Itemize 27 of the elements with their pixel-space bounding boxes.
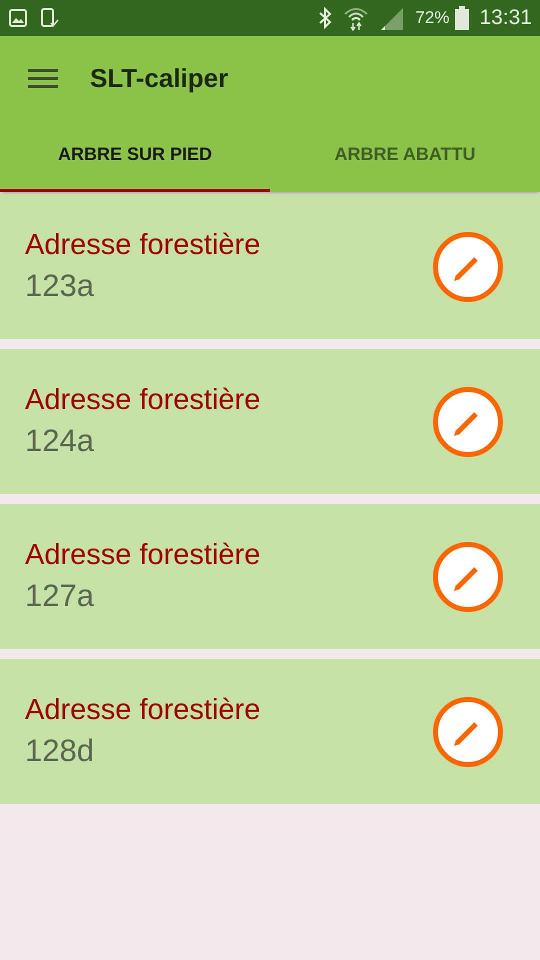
item-title: Adresse forestière: [25, 539, 260, 572]
menu-icon[interactable]: [28, 67, 58, 89]
app-title: SLT-caliper: [90, 62, 228, 94]
item-code: 123a: [25, 268, 95, 304]
battery-percent: 72%: [415, 8, 450, 28]
phone-check-icon: [38, 7, 60, 29]
list-card[interactable]: Adresse forestière 123a: [0, 194, 540, 339]
bluetooth-icon: [317, 7, 334, 29]
edit-button[interactable]: [432, 540, 504, 612]
item-title: Adresse forestière: [25, 384, 260, 417]
clock-time: 13:31: [479, 6, 532, 30]
battery-icon: [455, 6, 470, 30]
image-icon: [8, 8, 28, 28]
edit-button[interactable]: [432, 230, 504, 302]
list-card[interactable]: Adresse forestière 124a: [0, 349, 540, 494]
signal-icon: [379, 6, 406, 30]
item-code: 128d: [25, 733, 95, 769]
item-code: 124a: [25, 423, 95, 459]
item-title: Adresse forestière: [25, 694, 260, 727]
wifi-icon: [343, 5, 370, 31]
item-code: 127a: [25, 578, 95, 614]
edit-button[interactable]: [432, 386, 504, 458]
item-title: Adresse forestière: [25, 229, 260, 262]
list-card[interactable]: Adresse forestière 128d: [0, 659, 540, 804]
edit-button[interactable]: [432, 696, 504, 768]
tab[interactable]: ARBRE ABATTU: [270, 120, 540, 192]
list-card[interactable]: Adresse forestière 127a: [0, 504, 540, 649]
